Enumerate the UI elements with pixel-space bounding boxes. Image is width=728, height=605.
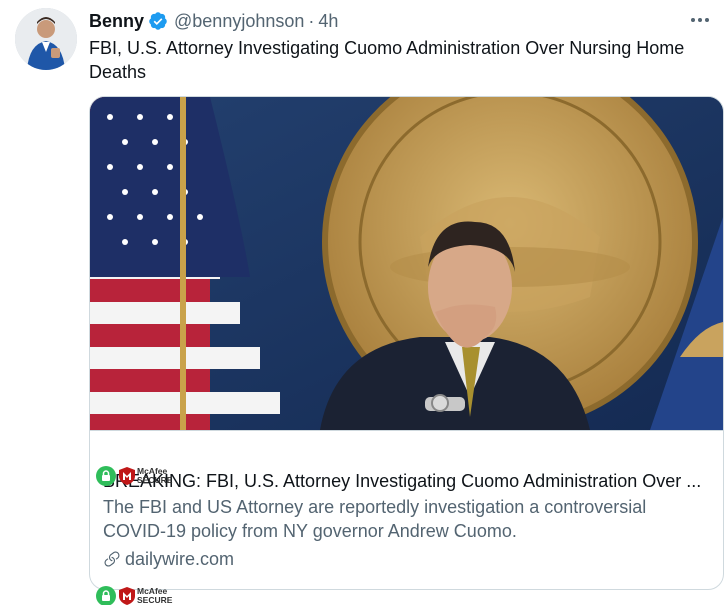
separator-dot: · [308, 10, 315, 31]
verified-badge-icon [148, 11, 168, 31]
lock-icon [96, 466, 116, 486]
mcafee-shield-icon [119, 467, 135, 485]
card-domain[interactable]: dailywire.com [103, 547, 713, 571]
mcafee-text: McAfee SECURE [137, 586, 173, 605]
card-description: The FBI and US Attorney are reportedly i… [103, 497, 647, 541]
lock-icon [96, 586, 116, 605]
display-name[interactable]: Benny [89, 11, 144, 32]
mcafee-badge[interactable]: McAfee SECURE [96, 465, 172, 487]
user-handle[interactable]: @bennyjohnson [174, 11, 304, 32]
card-title[interactable]: BREAKING: FBI, U.S. Attorney Investigati… [103, 469, 713, 493]
more-options-icon[interactable] [686, 10, 714, 30]
link-card[interactable]: BREAKING: FBI, U.S. Attorney Investigati… [89, 96, 724, 590]
avatar[interactable] [15, 8, 77, 70]
card-image[interactable] [90, 97, 723, 431]
card-domain-text[interactable]: dailywire.com [125, 547, 234, 571]
card-body[interactable]: BREAKING: FBI, U.S. Attorney Investigati… [103, 469, 713, 571]
tweet[interactable]: Benny @bennyjohnson · 4h FBI, U.S. Attor… [0, 0, 728, 605]
mcafee-badge-bottom[interactable]: McAfee SECURE [96, 585, 172, 605]
mcafee-shield-icon [119, 587, 135, 605]
link-icon [104, 551, 120, 567]
tweet-header: Benny @bennyjohnson · 4h [89, 9, 338, 33]
mcafee-text: McAfee SECURE [137, 466, 173, 485]
tweet-text: FBI, U.S. Attorney Investigating Cuomo A… [89, 38, 685, 82]
timestamp[interactable]: 4h [318, 11, 338, 32]
avatar-image [15, 8, 77, 70]
